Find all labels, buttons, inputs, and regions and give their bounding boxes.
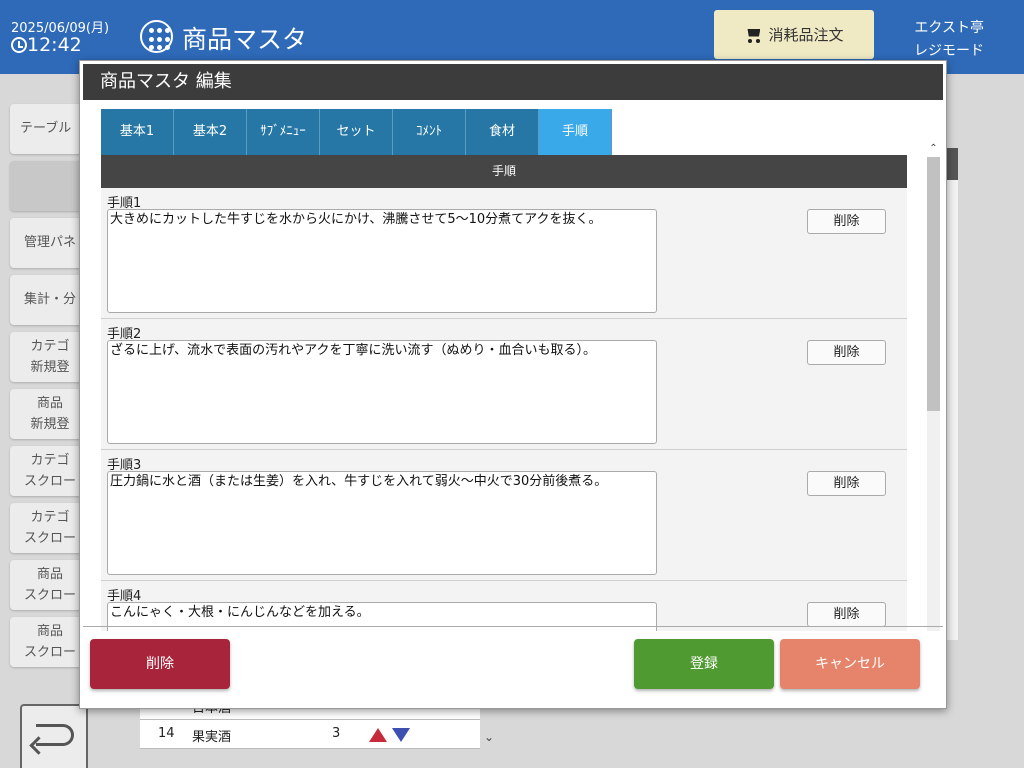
- tab-basic-1[interactable]: 基本1: [101, 109, 174, 155]
- sidebar-item-category-scroll-2[interactable]: カテゴ スクロー: [10, 503, 90, 553]
- grid-menu-icon[interactable]: [140, 20, 173, 53]
- background-scrollbar-thumb[interactable]: [946, 148, 958, 180]
- step-delete-button[interactable]: 削除: [807, 340, 886, 365]
- scroll-up-icon[interactable]: ⌃: [927, 143, 940, 157]
- content-scrollbar-thumb[interactable]: [927, 157, 940, 411]
- save-button[interactable]: 登録: [634, 639, 774, 689]
- tab-comment[interactable]: ｺﾒﾝﾄ: [393, 109, 466, 155]
- section-header: 手順: [101, 155, 907, 188]
- sidebar-item-product-scroll-1[interactable]: 商品 スクロー: [10, 560, 90, 610]
- step-text-field[interactable]: 圧力鍋に水と酒（または生姜）を入れ、牛すじを入れて弱火〜中火で30分前後煮る。: [107, 471, 657, 575]
- step-text-field[interactable]: 大きめにカットした牛すじを水から火にかけ、沸騰させて5〜10分煮てアクを抜く。: [107, 209, 657, 313]
- chevron-down-icon[interactable]: ⌄: [484, 730, 494, 744]
- modal-title: 商品マスタ 編集: [83, 64, 943, 100]
- move-up-icon[interactable]: [369, 728, 387, 742]
- tab-set[interactable]: セット: [320, 109, 393, 155]
- footer-divider: [83, 626, 943, 627]
- step-row: 手順1 大きめにカットした牛すじを水から火にかけ、沸騰させて5〜10分煮てアクを…: [101, 188, 907, 319]
- edit-modal: 商品マスタ 編集 基本1 基本2 ｻﾌﾞﾒﾆｭｰ セット ｺﾒﾝﾄ 食材 手順 …: [79, 60, 947, 709]
- sidebar-item-admin-panel[interactable]: 管理パネ: [10, 218, 90, 268]
- tab-procedure[interactable]: 手順: [539, 109, 612, 155]
- step-text-field[interactable]: ざるに上げ、流水で表面の汚れやアクを丁寧に洗い流す（ぬめり・血合いも取る）。: [107, 340, 657, 444]
- order-supplies-label: 消耗品注文: [768, 26, 844, 44]
- move-down-icon[interactable]: [392, 728, 410, 742]
- sidebar-item-category-new[interactable]: カテゴ 新規登: [10, 332, 90, 382]
- current-time: 12:42: [27, 34, 82, 56]
- tab-basic-2[interactable]: 基本2: [174, 109, 247, 155]
- page-title: 商品マスタ: [182, 25, 308, 54]
- back-arrow-icon: [36, 724, 74, 746]
- step-row: 手順2 ざるに上げ、流水で表面の汚れやアクを丁寧に洗い流す（ぬめり・血合いも取る…: [101, 319, 907, 450]
- tab-submenu[interactable]: ｻﾌﾞﾒﾆｭｰ: [247, 109, 320, 155]
- delete-button[interactable]: 削除: [90, 639, 230, 689]
- background-scrollbar[interactable]: [946, 148, 958, 640]
- tab-bar: 基本1 基本2 ｻﾌﾞﾒﾆｭｰ セット ｺﾒﾝﾄ 食材 手順: [101, 109, 612, 155]
- table-row[interactable]: 14 果実酒 3: [140, 720, 480, 749]
- modal-content: 基本1 基本2 ｻﾌﾞﾒﾆｭｰ セット ｺﾒﾝﾄ 食材 手順 手順 手順1 大き…: [80, 101, 946, 631]
- step-delete-button[interactable]: 削除: [807, 209, 886, 234]
- store-name: エクスト亭: [914, 20, 984, 36]
- cart-icon: [744, 27, 762, 43]
- store-info: エクスト亭 レジモード: [914, 17, 984, 63]
- back-button[interactable]: [20, 704, 88, 768]
- sidebar-item-table[interactable]: テーブル: [10, 104, 90, 154]
- step-row: 手順3 圧力鍋に水と酒（または生姜）を入れ、牛すじを入れて弱火〜中火で30分前後…: [101, 450, 907, 581]
- sidebar-item-category-scroll-1[interactable]: カテゴ スクロー: [10, 446, 90, 496]
- cancel-button[interactable]: キャンセル: [780, 639, 920, 689]
- clock-icon: [11, 37, 27, 53]
- tab-ingredients[interactable]: 食材: [466, 109, 539, 155]
- order-supplies-button[interactable]: 消耗品注文: [714, 10, 874, 59]
- sidebar-item-product-scroll-2[interactable]: 商品 スクロー: [10, 617, 90, 667]
- step-row: 手順4 こんにゃく・大根・にんじんなどを加える。 削除: [101, 581, 907, 631]
- step-delete-button[interactable]: 削除: [807, 602, 886, 627]
- step-delete-button[interactable]: 削除: [807, 471, 886, 496]
- sidebar-item-analytics[interactable]: 集計・分: [10, 275, 90, 325]
- sidebar-item-active[interactable]: [10, 161, 90, 211]
- sidebar-item-product-new[interactable]: 商品 新規登: [10, 389, 90, 439]
